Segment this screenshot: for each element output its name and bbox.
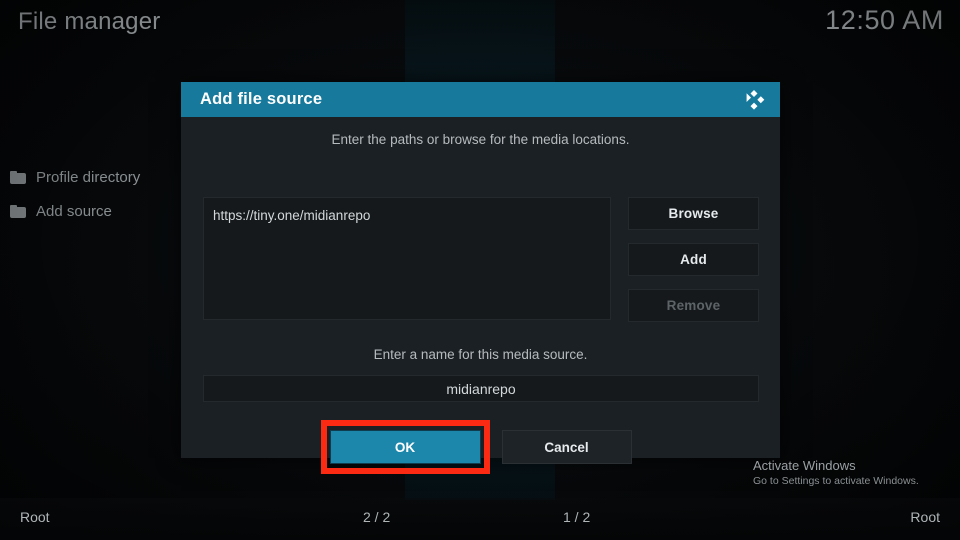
- dialog-titlebar: Add file source: [181, 82, 780, 117]
- clock: 12:50 AM: [825, 5, 944, 35]
- folder-icon: [10, 170, 26, 184]
- paths-row: https://tiny.one/midianrepo Browse Add R…: [203, 197, 759, 322]
- bottom-status-bar: Root 2 / 2 1 / 2 Root: [0, 498, 960, 540]
- browse-button[interactable]: Browse: [628, 197, 759, 230]
- add-file-source-dialog: Add file source Enter the paths or brows…: [181, 82, 780, 474]
- page-title: File manager: [18, 8, 161, 35]
- cancel-button[interactable]: Cancel: [501, 430, 632, 464]
- ok-button[interactable]: OK: [329, 430, 481, 464]
- status-right-path: Root: [910, 509, 940, 525]
- remove-button: Remove: [628, 289, 759, 322]
- sidebar-item-profile-directory[interactable]: Profile directory: [0, 160, 180, 194]
- paths-hint: Enter the paths or browse for the media …: [331, 132, 630, 147]
- name-hint: Enter a name for this media source.: [373, 347, 588, 362]
- paths-list[interactable]: https://tiny.one/midianrepo: [203, 197, 611, 320]
- list-item[interactable]: https://tiny.one/midianrepo: [213, 207, 600, 225]
- status-right-count: 1 / 2: [563, 509, 591, 525]
- sidebar-item-add-source[interactable]: Add source: [0, 194, 180, 228]
- status-left-count: 2 / 2: [363, 509, 391, 525]
- kodi-file-manager-screen: File manager 12:50 AM Profile directory …: [0, 0, 960, 540]
- sidebar: Profile directory Add source: [0, 160, 180, 228]
- app-header: File manager 12:50 AM: [0, 0, 960, 52]
- kodi-logo-icon: [740, 86, 768, 114]
- add-button[interactable]: Add: [628, 243, 759, 276]
- sidebar-item-label: Profile directory: [36, 168, 141, 186]
- sidebar-item-label: Add source: [36, 202, 112, 220]
- status-left-path: Root: [20, 509, 50, 525]
- folder-icon: [10, 204, 26, 218]
- dialog-body: Enter the paths or browse for the media …: [181, 117, 780, 474]
- source-name-input[interactable]: midianrepo: [203, 375, 759, 402]
- ok-button-wrapper: OK: [320, 420, 490, 474]
- dialog-title: Add file source: [200, 90, 323, 108]
- paths-side-buttons: Browse Add Remove: [628, 197, 759, 322]
- dialog-actions: OK Cancel: [181, 420, 780, 474]
